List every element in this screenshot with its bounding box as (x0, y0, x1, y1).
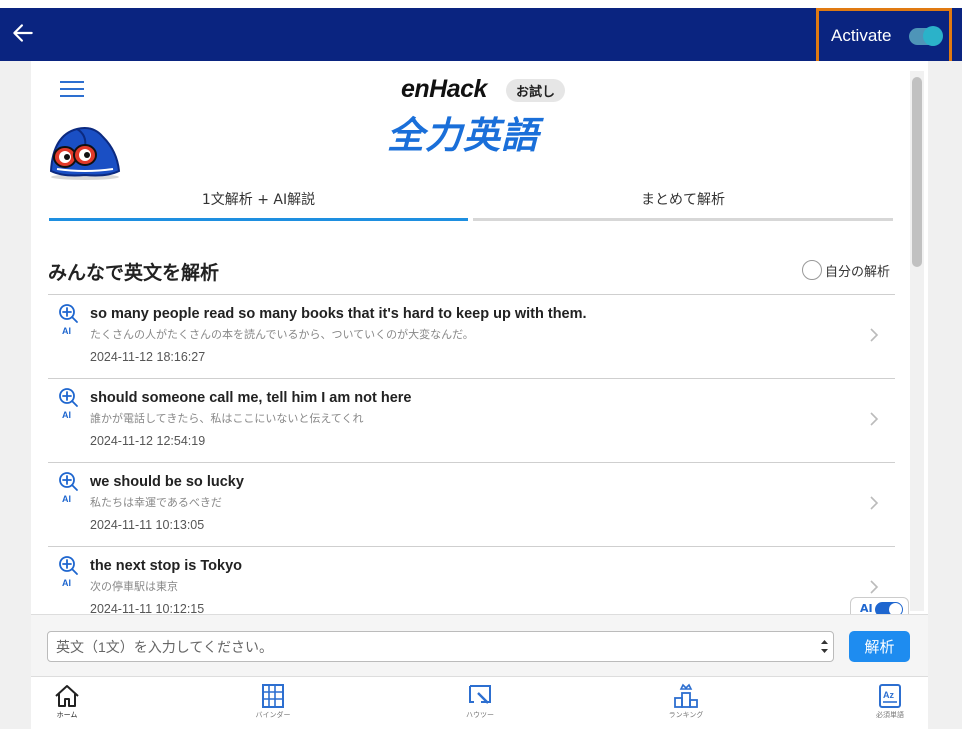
ai-badge: AI (62, 494, 71, 504)
nav-howto[interactable]: ハウツー (440, 683, 520, 720)
activate-toggle[interactable] (909, 26, 943, 46)
brand-en: enHack (401, 75, 487, 103)
top-bar: Activate (0, 8, 962, 65)
ai-search-icon: AI (59, 472, 78, 504)
mine-filter[interactable]: 自分の解析 (802, 260, 890, 280)
frame-right (928, 61, 962, 729)
bottom-nav: ホーム バインダー ハウツー ランキング Az 必須単語 (31, 676, 928, 729)
section-title: みんなで英文を解析 (48, 262, 220, 284)
ai-search-icon: AI (59, 304, 78, 336)
ai-search-icon: AI (59, 556, 78, 588)
japanese-translation: 次の停車駅は東京 (90, 580, 178, 593)
howto-icon (469, 685, 491, 704)
tab-single-sentence[interactable]: 1文解析 + AI解説 (49, 181, 468, 221)
chevron-right-icon (870, 580, 879, 594)
list-item[interactable]: AI so many people read so many books tha… (48, 294, 895, 378)
timestamp: 2024-11-12 18:16:27 (90, 350, 206, 364)
japanese-translation: 私たちは幸運であるべきだ (90, 496, 222, 509)
nav-vocabulary[interactable]: Az 必須単語 (850, 683, 928, 720)
japanese-translation: 誰かが電話してきたら、私はここにいないと伝えてくれ (90, 412, 364, 425)
arrow-left-icon[interactable] (10, 20, 36, 46)
input-bar: 解析 (31, 614, 928, 676)
svg-text:Az: Az (883, 690, 894, 700)
brand-jp: 全力英語 (387, 114, 539, 157)
english-sentence: should someone call me, tell him I am no… (90, 390, 412, 406)
brand-logo: enHack お試し 全力英語 (381, 75, 621, 157)
sentence-list: AI so many people read so many books tha… (48, 294, 895, 630)
ai-search-icon: AI (59, 388, 78, 420)
nav-ranking[interactable]: ランキング (646, 683, 726, 720)
home-icon (55, 685, 79, 707)
binder-icon (262, 684, 284, 708)
frame-left (0, 61, 31, 729)
nav-binder[interactable]: バインダー (233, 683, 313, 720)
tab-batch[interactable]: まとめて解析 (473, 181, 893, 221)
mine-radio[interactable] (802, 260, 822, 280)
chevron-right-icon (870, 412, 879, 426)
scrollbar-thumb[interactable] (912, 77, 922, 267)
ai-badge: AI (62, 326, 71, 336)
activate-control: Activate (816, 8, 952, 65)
english-sentence: so many people read so many books that i… (90, 306, 587, 322)
list-item[interactable]: AI we should be so lucky 私たちは幸運であるべきだ 20… (48, 462, 895, 546)
english-sentence: we should be so lucky (90, 474, 244, 490)
english-sentence: the next stop is Tokyo (90, 558, 243, 574)
menu-icon[interactable] (60, 81, 84, 97)
chevron-right-icon (870, 496, 879, 510)
scrollbar[interactable] (910, 71, 924, 611)
activate-label: Activate (831, 26, 892, 45)
ai-badge: AI (62, 410, 71, 420)
app-view: enHack お試し 全力英語 1文解析 + AI解説 まとめて解析 みんなで英… (31, 61, 928, 729)
ranking-icon (674, 683, 698, 708)
spinner-icon[interactable] (817, 633, 832, 660)
timestamp: 2024-11-11 10:13:05 (90, 518, 205, 532)
mine-label: 自分の解析 (825, 264, 891, 280)
sentence-input[interactable] (47, 631, 834, 662)
tab-bar: 1文解析 + AI解説 まとめて解析 (49, 181, 893, 221)
japanese-translation: たくさんの人がたくさんの本を読んでいるから、ついていくのが大変なんだ。 (90, 328, 474, 341)
nav-home[interactable]: ホーム (31, 683, 107, 720)
chevron-right-icon (870, 328, 879, 342)
timestamp: 2024-11-12 12:54:19 (90, 434, 206, 448)
mascot-icon (49, 127, 121, 180)
parse-button[interactable]: 解析 (849, 631, 910, 662)
list-item[interactable]: AI should someone call me, tell him I am… (48, 378, 895, 462)
trial-badge: お試し (506, 79, 566, 102)
vocabulary-icon: Az (879, 684, 901, 708)
ai-badge: AI (62, 578, 71, 588)
